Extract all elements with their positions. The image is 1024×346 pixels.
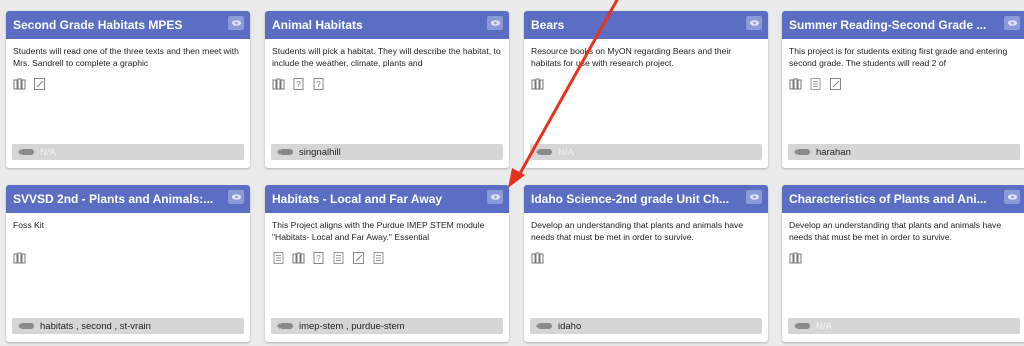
book-icon — [789, 77, 803, 91]
tag-icon — [277, 149, 293, 155]
tag-text[interactable]: harahan — [816, 147, 851, 158]
tag-bar: N/A — [788, 318, 1020, 334]
tag-icon — [536, 149, 552, 155]
card-title-text: Animal Habitats — [272, 18, 363, 32]
tag-bar: idaho — [530, 318, 762, 334]
card-title-text: Habitats - Local and Far Away — [272, 192, 443, 206]
book-icon — [789, 251, 803, 265]
card-title[interactable]: SVVSD 2nd - Plants and Animals:... — [6, 185, 250, 213]
project-card[interactable]: Habitats - Local and Far Away This Projec… — [265, 185, 509, 342]
document-icon — [372, 251, 386, 265]
tag-text[interactable]: singnalhill — [299, 147, 341, 158]
project-card[interactable]: Idaho Science-2nd grade Unit Ch... Develo… — [524, 185, 768, 342]
project-card-grid: Second Grade Habitats MPES Students will … — [0, 0, 1024, 346]
tag-text[interactable]: N/A — [40, 147, 56, 158]
tag-bar: harahan — [788, 144, 1020, 160]
card-description: This project is for students exiting fir… — [789, 46, 1008, 68]
book-icon — [292, 251, 306, 265]
card-title[interactable]: Animal Habitats — [265, 11, 509, 39]
card-title-text: SVVSD 2nd - Plants and Animals:... — [13, 192, 214, 206]
project-card[interactable]: Characteristics of Plants and Ani... Deve… — [782, 185, 1024, 342]
card-title-text: Idaho Science-2nd grade Unit Ch... — [531, 192, 730, 206]
tag-bar: N/A — [530, 144, 762, 160]
card-description: This Project aligns with the Purdue IMEP… — [272, 220, 485, 242]
preview-eye-icon[interactable] — [228, 16, 244, 30]
card-title[interactable]: Idaho Science-2nd grade Unit Ch... — [524, 185, 768, 213]
project-card[interactable]: Second Grade Habitats MPES Students will … — [6, 11, 250, 168]
card-description: Develop an understanding that plants and… — [531, 220, 744, 242]
document-icon — [332, 251, 346, 265]
book-icon — [272, 77, 286, 91]
resource-icons — [6, 243, 250, 267]
resource-icons: ?? — [265, 69, 509, 93]
card-title-text: Bears — [531, 18, 565, 32]
svg-text:?: ? — [296, 80, 301, 89]
resource-icons — [524, 243, 768, 267]
tag-text[interactable]: N/A — [816, 321, 832, 332]
resource-icons — [782, 69, 1024, 93]
tag-text[interactable]: imep-stem , purdue-stem — [299, 321, 405, 332]
project-card[interactable]: SVVSD 2nd - Plants and Animals:... Foss K… — [6, 185, 250, 342]
card-title-text: Second Grade Habitats MPES — [13, 18, 183, 32]
card-title-text: Characteristics of Plants and Ani... — [789, 192, 987, 206]
edit-icon — [352, 251, 366, 265]
tag-bar: singnalhill — [271, 144, 503, 160]
question-icon: ? — [312, 77, 326, 91]
document-icon — [809, 77, 823, 91]
card-description: Develop an understanding that plants and… — [789, 220, 1002, 242]
tag-icon — [18, 149, 34, 155]
card-title[interactable]: Summer Reading-Second Grade ... — [782, 11, 1024, 39]
tag-text[interactable]: N/A — [558, 147, 574, 158]
tag-text[interactable]: habitats , second , st-vrain — [40, 321, 151, 332]
card-title[interactable]: Habitats - Local and Far Away — [265, 185, 509, 213]
tag-icon — [18, 323, 34, 329]
preview-eye-icon[interactable] — [746, 190, 762, 204]
card-title[interactable]: Characteristics of Plants and Ani... — [782, 185, 1024, 213]
resource-icons — [782, 243, 1024, 267]
tag-bar: imep-stem , purdue-stem — [271, 318, 503, 334]
question-icon: ? — [312, 251, 326, 265]
document-icon — [272, 251, 286, 265]
card-title-text: Summer Reading-Second Grade ... — [789, 18, 987, 32]
project-card[interactable]: Summer Reading-Second Grade ... This proj… — [782, 11, 1024, 168]
resource-icons — [524, 69, 768, 93]
preview-eye-icon[interactable] — [228, 190, 244, 204]
preview-eye-icon[interactable] — [487, 16, 503, 30]
project-card[interactable]: Bears Resource books on MyON regarding Be… — [524, 11, 768, 168]
tag-icon — [794, 323, 810, 329]
svg-text:?: ? — [316, 80, 321, 89]
project-card[interactable]: Animal Habitats Students will pick a habi… — [265, 11, 509, 168]
card-title[interactable]: Second Grade Habitats MPES — [6, 11, 250, 39]
edit-icon — [33, 77, 47, 91]
card-title[interactable]: Bears — [524, 11, 768, 39]
svg-text:?: ? — [316, 254, 321, 263]
edit-icon — [829, 77, 843, 91]
book-icon — [531, 251, 545, 265]
preview-eye-icon[interactable] — [1004, 190, 1020, 204]
preview-eye-icon[interactable] — [746, 16, 762, 30]
tag-icon — [794, 149, 810, 155]
book-icon — [13, 77, 27, 91]
book-icon — [13, 251, 27, 265]
tag-bar: habitats , second , st-vrain — [12, 318, 244, 334]
card-description: Foss Kit — [13, 220, 45, 230]
tag-icon — [277, 323, 293, 329]
preview-eye-icon[interactable] — [1004, 16, 1020, 30]
tag-text[interactable]: idaho — [558, 321, 581, 332]
card-description: Resource books on MyON regarding Bears a… — [531, 46, 732, 68]
resource-icons: ? — [265, 243, 509, 267]
card-description: Students will read one of the three text… — [13, 46, 239, 68]
book-icon — [531, 77, 545, 91]
resource-icons — [6, 69, 250, 93]
card-description: Students will pick a habitat. They will … — [272, 46, 501, 68]
question-icon: ? — [292, 77, 306, 91]
tag-bar: N/A — [12, 144, 244, 160]
preview-eye-icon[interactable] — [487, 190, 503, 204]
tag-icon — [536, 323, 552, 329]
